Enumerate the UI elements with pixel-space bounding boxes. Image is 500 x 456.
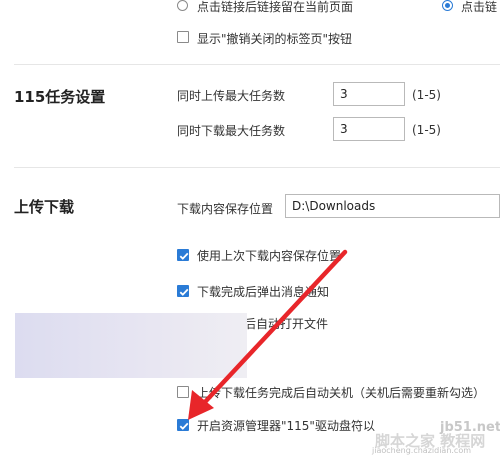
red-arrow-annotation — [188, 249, 348, 420]
watermark-url: jiaocheng.chazidian.com — [372, 446, 472, 455]
